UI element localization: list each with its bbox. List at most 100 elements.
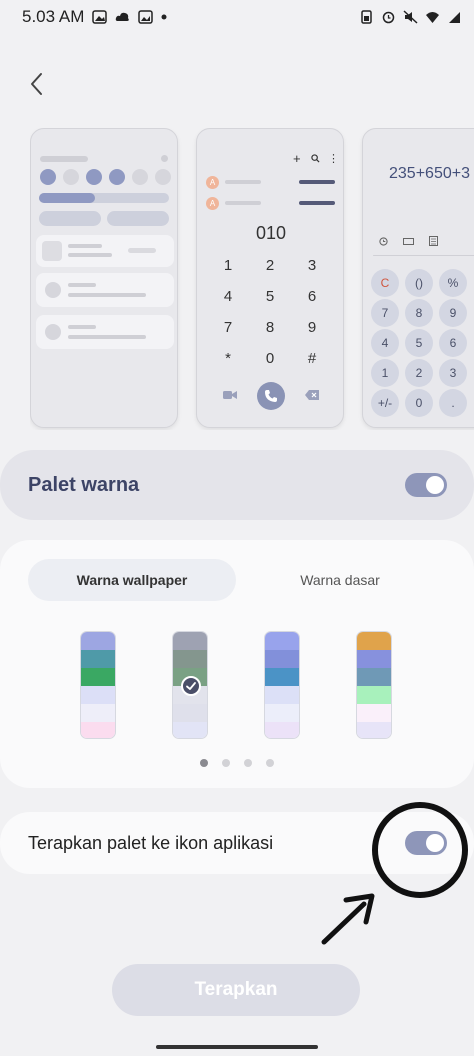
- status-bar: 5.03 AM: [0, 0, 474, 34]
- swatch-stripe: [357, 632, 391, 650]
- add-icon: +: [293, 151, 301, 166]
- calc-key: 8: [405, 299, 433, 327]
- palette-toggle-label: Palet warna: [28, 473, 140, 496]
- swatch-stripe: [173, 632, 207, 650]
- calc-key: .: [439, 389, 467, 417]
- preview-dialer: + ⋮ A A 010 1 2 3 4 5 6 7 8 9 * 0 #: [196, 128, 344, 428]
- page-dot: [266, 759, 274, 767]
- dial-key: 6: [307, 288, 317, 305]
- tab-wallpaper-colors[interactable]: Warna wallpaper: [28, 559, 236, 601]
- theme-preview-carousel[interactable]: + ⋮ A A 010 1 2 3 4 5 6 7 8 9 * 0 # 235+…: [30, 128, 474, 430]
- dot-icon: [161, 14, 167, 20]
- swatch-stripe: [265, 632, 299, 650]
- more-icon: ⋮: [328, 153, 339, 165]
- palette-switch[interactable]: [405, 473, 447, 497]
- calc-key: 7: [371, 299, 399, 327]
- cloud-icon: [116, 12, 130, 21]
- swatch-stripe: [357, 686, 391, 704]
- swatch-stripe: [265, 668, 299, 686]
- calc-key: 0: [405, 389, 433, 417]
- alarm-icon: [382, 11, 395, 24]
- page-dot: [222, 759, 230, 767]
- swatch-stripe: [81, 722, 115, 738]
- page-dot: [200, 759, 208, 767]
- palette-toggle-row[interactable]: Palet warna: [0, 450, 474, 520]
- page-dot: [244, 759, 252, 767]
- calc-key: 9: [439, 299, 467, 327]
- calc-key: 4: [371, 329, 399, 357]
- ruler-icon: [403, 238, 414, 245]
- swatch-stripe: [173, 650, 207, 668]
- swatch-stripe: [357, 650, 391, 668]
- swatch-stripe: [265, 686, 299, 704]
- wifi-icon: [426, 12, 439, 23]
- palette-swatch[interactable]: [172, 631, 208, 739]
- history-icon: [379, 237, 388, 246]
- status-time: 5.03 AM: [22, 7, 85, 26]
- backspace-icon: [305, 390, 319, 400]
- apply-to-icons-label: Terapkan palet ke ikon aplikasi: [28, 832, 274, 853]
- dial-key: 9: [307, 319, 317, 336]
- signal-icon: [449, 12, 460, 23]
- calc-key: 2: [405, 359, 433, 387]
- avatar: A: [206, 176, 219, 189]
- dial-key: 8: [265, 319, 275, 336]
- palette-swatch[interactable]: [80, 631, 116, 739]
- calc-key: 1: [371, 359, 399, 387]
- palette-swatch[interactable]: [264, 631, 300, 739]
- swatch-stripe: [265, 650, 299, 668]
- search-icon: [311, 154, 320, 163]
- phone-icon: [265, 390, 277, 402]
- swatch-stripe: [81, 632, 115, 650]
- calc-key: +/-: [371, 389, 399, 417]
- annotation-arrow-icon: [321, 893, 375, 945]
- image-icon: [138, 10, 154, 24]
- page-indicator: [0, 759, 474, 767]
- swatch-stripe: [81, 668, 115, 686]
- dialer-number-display: 010: [255, 223, 287, 243]
- swatch-stripe: [173, 704, 207, 722]
- apply-button[interactable]: Terapkan: [112, 964, 360, 1016]
- dial-key: *: [225, 350, 231, 367]
- calc-key: %: [439, 269, 467, 297]
- preview-quick-panel: [30, 128, 178, 428]
- dial-key: 7: [223, 319, 233, 336]
- swatch-stripe: [265, 722, 299, 738]
- calc-key: 3: [439, 359, 467, 387]
- mute-icon: [403, 10, 418, 24]
- scientific-icon: [429, 236, 438, 246]
- chevron-left-icon[interactable]: [26, 70, 50, 98]
- battery-saver-icon: [361, 10, 372, 24]
- dial-key: #: [307, 350, 317, 367]
- dial-key: 5: [265, 288, 275, 305]
- swatch-stripe: [357, 668, 391, 686]
- palette-options-card: Warna wallpaper Warna dasar: [0, 540, 474, 788]
- swatch-stripe: [357, 722, 391, 738]
- dial-key: 1: [223, 257, 233, 274]
- dial-key: 0: [265, 350, 275, 367]
- swatch-stripe: [173, 722, 207, 738]
- palette-swatch[interactable]: [356, 631, 392, 739]
- swatch-stripe: [265, 704, 299, 722]
- swatch-stripe: [81, 704, 115, 722]
- call-button: [257, 382, 285, 410]
- calc-key: 5: [405, 329, 433, 357]
- swatch-stripe: [81, 650, 115, 668]
- check-icon: [181, 676, 201, 696]
- calculator-expression: 235+650+3: [389, 165, 470, 182]
- tab-basic-colors[interactable]: Warna dasar: [250, 559, 430, 601]
- calc-key: (): [405, 269, 433, 297]
- calc-key: C: [371, 269, 399, 297]
- preview-calculator: 235+650+3 1 C () % 7 8 9 4 5 6 1 2 3 +/-…: [362, 128, 474, 428]
- swatch-stripe: [81, 686, 115, 704]
- dial-key: 3: [307, 257, 317, 274]
- video-call-icon: [223, 391, 237, 399]
- gallery-icon: [92, 10, 108, 24]
- annotation-circle: [372, 802, 468, 898]
- dial-key: 2: [265, 257, 275, 274]
- dial-key: 4: [223, 288, 233, 305]
- calc-key: 6: [439, 329, 467, 357]
- home-indicator[interactable]: [156, 1045, 318, 1049]
- swatch-stripe: [357, 704, 391, 722]
- avatar: A: [206, 197, 219, 210]
